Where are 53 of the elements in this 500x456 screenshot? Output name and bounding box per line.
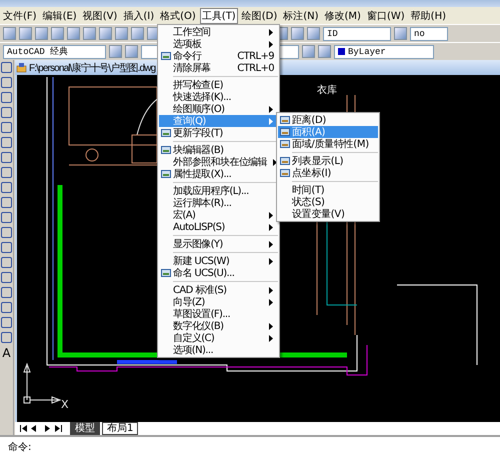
menu-item[interactable]: 宏(A) (159, 209, 278, 221)
menu-item[interactable]: 加载应用程序(L)... (159, 185, 278, 197)
menu-item[interactable]: 点坐标(I) (278, 167, 378, 179)
menu-item[interactable]: 清除屏幕 CTRL+0 (159, 62, 278, 74)
command-prompt: 命令: (8, 440, 32, 454)
menu-item[interactable]: 选项(N)... (159, 344, 278, 356)
menu-item[interactable]: 格式(O) (158, 8, 198, 24)
menu-item[interactable]: 快速选择(K)... (159, 91, 278, 103)
dimension-style-dropdown[interactable]: no (410, 26, 448, 40)
menu-item[interactable]: 工具(T) (200, 8, 238, 24)
menu-item[interactable]: 拼写检查(E) (159, 79, 278, 91)
menu-item[interactable]: 数字化仪(B) (159, 320, 278, 332)
menu-item[interactable]: 命名 UCS(U)... (159, 267, 278, 279)
menu-item[interactable]: 列表显示(L) (278, 155, 378, 167)
document-title: F:\personal\康宁十号\户型图.dwg (29, 62, 156, 74)
menu-item[interactable]: 属性提取(X)... (159, 168, 278, 180)
menu-item[interactable]: 视图(V) (80, 8, 120, 24)
menu-item[interactable]: 状态(S) (278, 196, 378, 208)
menu-item[interactable]: 标注(N) (281, 8, 321, 24)
layout-tab[interactable]: 布局1 (102, 422, 138, 435)
menu-item[interactable]: 草图设置(F)... (159, 308, 278, 320)
text-tool[interactable]: A (2, 347, 11, 360)
menu-item[interactable]: 工作空间 (159, 26, 278, 38)
menu-item[interactable]: 外部参照和块在位编辑 (159, 156, 278, 168)
menu-item[interactable]: 距离(D) (278, 114, 378, 126)
menu-item[interactable]: 设置变量(V) (278, 208, 378, 220)
workspace-dropdown[interactable]: AutoCAD 经典 (3, 44, 106, 58)
menu-item[interactable]: 插入(I) (121, 8, 156, 24)
menu-item[interactable]: 命令行 CTRL+9 (159, 50, 278, 62)
menu-item[interactable]: 块编辑器(B) (159, 144, 278, 156)
menu-item[interactable]: 向导(Z) (159, 296, 278, 308)
menu-item[interactable]: 绘图(D) (240, 8, 280, 24)
menu-item[interactable]: 面域/质量特性(M) (278, 138, 378, 150)
menu-item[interactable]: 修改(M) (322, 8, 363, 24)
menu-item[interactable]: 更新字段(T) (159, 127, 278, 139)
menu-item[interactable]: CAD 标准(S) (159, 284, 278, 296)
color-dropdown[interactable]: ByLayer (334, 44, 434, 58)
room-label: 衣库 (317, 84, 337, 97)
menu-item[interactable]: 帮助(H) (408, 8, 448, 24)
menu-item[interactable]: 编辑(E) (40, 8, 79, 24)
layout-tab[interactable]: 模型 (70, 422, 100, 435)
menu-item[interactable]: 选项板 (159, 38, 278, 50)
menu-item[interactable]: 时间(T) (278, 184, 378, 196)
menu-item[interactable]: 运行脚本(R)... (159, 197, 278, 209)
menu-item[interactable]: 窗口(W) (364, 8, 407, 24)
menu-item[interactable]: 绘图顺序(O) (159, 103, 278, 115)
axis-label: X (61, 398, 69, 411)
menu-item[interactable]: 新建 UCS(W) (159, 255, 278, 267)
menu-item[interactable]: AutoLISP(S) (159, 221, 278, 233)
text-style-dropdown[interactable]: ID (323, 26, 391, 40)
menu-item[interactable]: 显示图像(Y) (159, 238, 278, 250)
menu-item[interactable]: 文件(F) (1, 8, 39, 24)
menu-item[interactable]: 自定义(C) (159, 332, 278, 344)
